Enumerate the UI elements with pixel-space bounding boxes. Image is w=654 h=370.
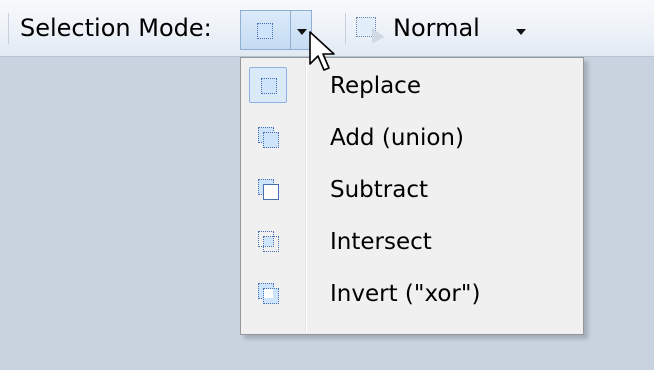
menu-item-label: Replace xyxy=(330,73,421,99)
menu-item-label: Invert ("xor") xyxy=(330,281,481,307)
blend-mode-dropdown-arrow-icon[interactable] xyxy=(516,29,526,35)
selection-mode-menu: Replace Add (union) Subtract Intersect I… xyxy=(240,57,584,335)
xor-selection-icon xyxy=(257,282,279,304)
selection-mode-button[interactable] xyxy=(240,10,290,50)
selection-mode-label: Selection Mode: xyxy=(20,14,212,42)
replace-selection-icon xyxy=(254,20,276,42)
mouse-pointer-icon xyxy=(309,31,335,71)
menu-item-invert-xor[interactable]: Invert ("xor") xyxy=(243,268,581,320)
intersect-selection-icon xyxy=(257,230,279,252)
menu-item-add-union[interactable]: Add (union) xyxy=(243,112,581,164)
menu-item-label: Intersect xyxy=(330,229,432,255)
toolbar-separator xyxy=(345,13,346,44)
union-selection-icon xyxy=(257,126,279,148)
toolbar-separator xyxy=(8,13,9,44)
menu-item-replace[interactable]: Replace xyxy=(243,60,581,112)
blend-mode-value[interactable]: Normal xyxy=(393,15,480,41)
menu-item-label: Add (union) xyxy=(330,125,464,151)
menu-item-label: Subtract xyxy=(330,177,429,203)
subtract-selection-icon xyxy=(257,178,279,200)
replace-selection-icon xyxy=(258,75,280,97)
selection-blend-icon xyxy=(356,17,386,45)
checked-indicator xyxy=(249,67,287,103)
dropdown-arrow-icon xyxy=(297,29,307,35)
menu-item-intersect[interactable]: Intersect xyxy=(243,216,581,268)
menu-item-subtract[interactable]: Subtract xyxy=(243,164,581,216)
